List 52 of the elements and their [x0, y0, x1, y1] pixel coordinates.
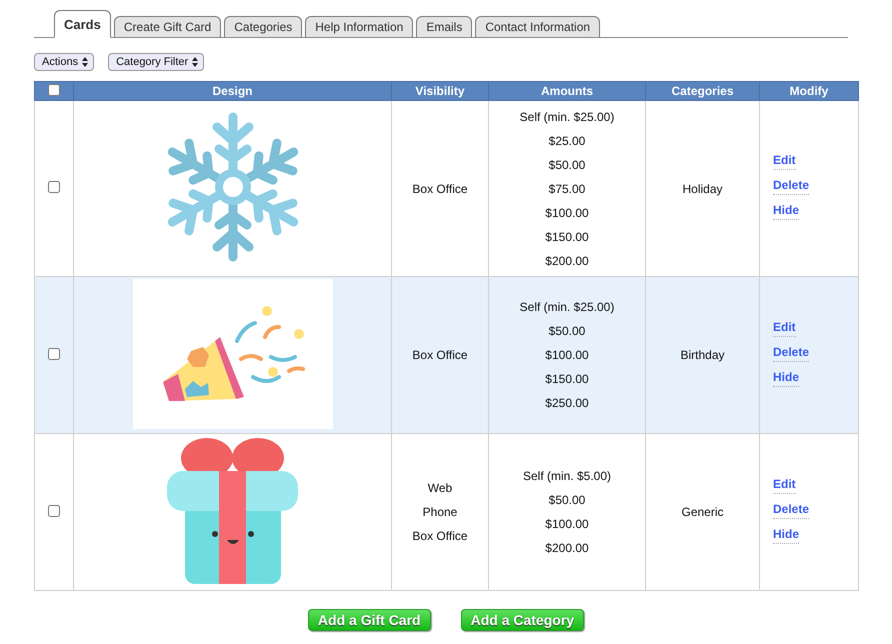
action-link[interactable]: Hide	[773, 524, 800, 544]
tab[interactable]: Categories	[224, 16, 302, 38]
column-header: Design	[74, 82, 392, 100]
visibility-text: Box Office	[411, 347, 469, 364]
visibility-text: Box Office	[411, 180, 469, 198]
updown-arrow-icon	[82, 57, 88, 67]
action-link[interactable]: Hide	[773, 368, 800, 386]
row-checkbox[interactable]	[48, 348, 60, 360]
column-header: Amounts	[488, 82, 646, 100]
amount-text: $150.00	[544, 371, 590, 388]
column-header: Modify	[760, 82, 858, 100]
tab[interactable]: Cards	[54, 10, 111, 38]
amount-text: $150.00	[544, 228, 590, 246]
amount-text: $50.00	[548, 156, 586, 174]
tab[interactable]: Help Information	[305, 16, 414, 38]
action-link[interactable]: Delete	[773, 500, 810, 518]
select-all-checkbox[interactable]	[48, 84, 60, 96]
row-checkbox[interactable]	[48, 504, 60, 516]
action-link[interactable]: Delete	[773, 342, 810, 362]
column-header: Categories	[646, 82, 760, 100]
amount-text: Self (min. $5.00)	[522, 468, 612, 485]
amount-text: $50.00	[548, 323, 586, 340]
category-text: Generic	[681, 505, 724, 519]
column-header: Visibility	[392, 82, 488, 100]
category-text: Birthday	[680, 348, 725, 362]
tab[interactable]: Emails	[416, 16, 472, 38]
visibility-text: Web	[426, 480, 454, 497]
amount-text: $75.00	[548, 180, 586, 198]
row-checkbox[interactable]	[48, 181, 60, 193]
amount-text: $250.00	[544, 395, 590, 412]
action-link[interactable]: Edit	[773, 151, 796, 170]
amount-text: Self (min. $25.00)	[518, 108, 616, 126]
filter-dropdown[interactable]: Category Filter	[108, 53, 204, 71]
action-link[interactable]: Delete	[773, 176, 810, 195]
visibility-text: Phone	[422, 504, 458, 521]
visibility-text: Box Office	[411, 528, 469, 545]
category-text: Holiday	[682, 182, 723, 196]
tab[interactable]: Contact Information	[475, 16, 600, 38]
amount-text: $100.00	[544, 204, 590, 222]
amount-text: $200.00	[544, 540, 590, 557]
amount-text: $25.00	[548, 132, 586, 150]
action-link[interactable]: Edit	[773, 318, 796, 336]
amount-text: $200.00	[544, 252, 590, 270]
updown-arrow-icon	[192, 57, 198, 67]
amount-text: $100.00	[544, 347, 590, 364]
action-link[interactable]: Hide	[773, 201, 800, 220]
tab[interactable]: Create Gift Card	[114, 16, 222, 38]
amount-text: $50.00	[548, 492, 586, 509]
filter-dropdown[interactable]: Actions	[34, 53, 94, 71]
amount-text: $100.00	[544, 516, 590, 533]
amount-text: Self (min. $25.00)	[518, 299, 616, 316]
action-link[interactable]: Edit	[773, 474, 796, 494]
